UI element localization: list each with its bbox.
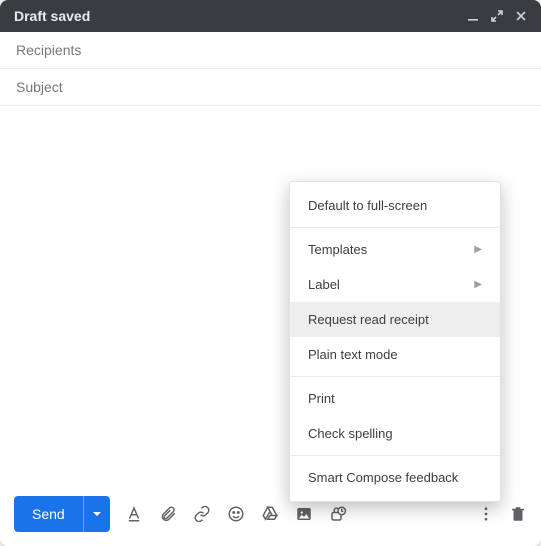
menu-request-read-receipt[interactable]: Request read receipt xyxy=(290,302,500,337)
right-toolbar xyxy=(477,505,527,523)
format-text-icon[interactable] xyxy=(124,504,144,524)
header-title: Draft saved xyxy=(14,8,90,24)
menu-print[interactable]: Print xyxy=(290,381,500,416)
menu-separator xyxy=(290,227,500,228)
menu-separator xyxy=(290,455,500,456)
fullscreen-icon[interactable] xyxy=(491,10,503,22)
send-button-group: Send xyxy=(14,496,110,532)
link-icon[interactable] xyxy=(192,504,212,524)
menu-plain-text[interactable]: Plain text mode xyxy=(290,337,500,372)
more-options-icon[interactable] xyxy=(477,505,495,523)
chevron-right-icon: ▶ xyxy=(474,279,482,290)
recipients-field[interactable]: Recipients xyxy=(0,32,541,69)
attach-icon[interactable] xyxy=(158,504,178,524)
menu-separator xyxy=(290,376,500,377)
compose-header: Draft saved xyxy=(0,0,541,32)
format-toolbar xyxy=(124,504,348,524)
drive-icon[interactable] xyxy=(260,504,280,524)
discard-icon[interactable] xyxy=(509,505,527,523)
chevron-right-icon: ▶ xyxy=(474,244,482,255)
photo-icon[interactable] xyxy=(294,504,314,524)
menu-smart-compose[interactable]: Smart Compose feedback xyxy=(290,460,500,495)
more-options-menu: Default to full-screen Templates▶ Label▶… xyxy=(289,181,501,502)
subject-field[interactable]: Subject xyxy=(0,69,541,106)
confidential-icon[interactable] xyxy=(328,504,348,524)
close-icon[interactable] xyxy=(515,10,527,22)
send-button[interactable]: Send xyxy=(14,496,83,532)
menu-default-fullscreen[interactable]: Default to full-screen xyxy=(290,188,500,223)
menu-check-spelling[interactable]: Check spelling xyxy=(290,416,500,451)
header-controls xyxy=(467,10,527,22)
send-options-button[interactable] xyxy=(83,496,110,532)
menu-label[interactable]: Label▶ xyxy=(290,267,500,302)
menu-templates[interactable]: Templates▶ xyxy=(290,232,500,267)
emoji-icon[interactable] xyxy=(226,504,246,524)
minimize-icon[interactable] xyxy=(467,10,479,22)
